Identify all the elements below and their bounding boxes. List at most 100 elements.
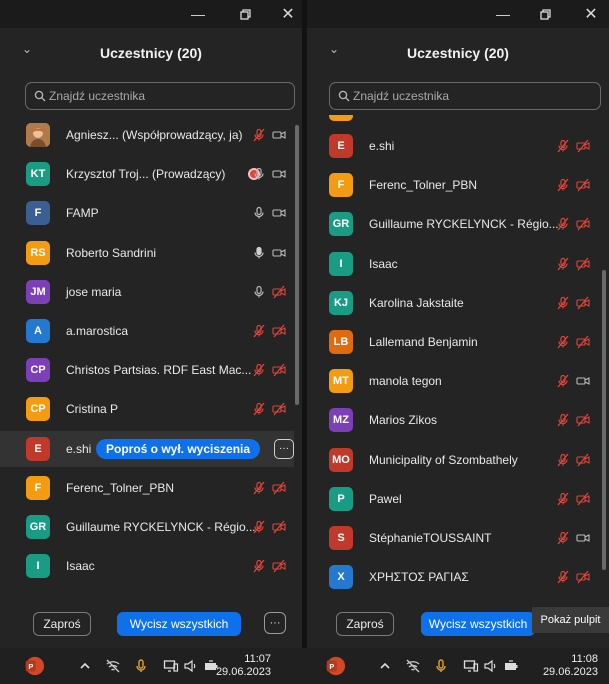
video-off-icon[interactable] <box>575 138 591 154</box>
video-off-icon[interactable] <box>575 491 591 507</box>
video-off-icon[interactable] <box>575 412 591 428</box>
participant-row[interactable]: LB Lallemand Benjamin <box>307 324 601 360</box>
video-off-icon[interactable] <box>575 216 591 232</box>
mic-speaking-icon[interactable] <box>251 245 267 261</box>
video-off-icon[interactable] <box>575 334 591 350</box>
microphone-icon[interactable] <box>132 657 150 675</box>
video-off-icon[interactable] <box>271 362 287 378</box>
video-off-icon[interactable] <box>575 256 591 272</box>
participant-more-button[interactable]: ··· <box>274 438 294 459</box>
display-icon[interactable] <box>462 657 480 675</box>
mute-all-button[interactable]: Wycisz wszystkich <box>117 612 241 636</box>
close-button[interactable]: ✕ <box>276 4 300 24</box>
restore-button[interactable] <box>233 4 257 24</box>
participant-row[interactable]: GR Guillaume RYCKELYNCK - Régio... <box>307 206 601 242</box>
invite-button[interactable]: Zaproś <box>336 612 394 636</box>
participant-row[interactable]: Agniesz... (Współprowadzący, ja) <box>0 117 294 153</box>
microphone-icon[interactable] <box>432 657 450 675</box>
mic-muted-icon[interactable] <box>555 569 571 585</box>
mic-icon[interactable] <box>251 166 267 182</box>
participant-row[interactable]: P Pawel <box>307 481 601 517</box>
restore-button[interactable] <box>533 4 557 24</box>
video-icon[interactable] <box>271 245 287 261</box>
participant-row[interactable]: X ΧΡΗΣΤΟΣ ΡΑΓΙΑΣ <box>307 559 601 595</box>
participant-row[interactable]: I Isaac <box>0 548 294 584</box>
participant-row[interactable]: F FAMP <box>0 195 294 231</box>
mic-muted-icon[interactable] <box>555 177 571 193</box>
participant-row[interactable]: Aa.marostica <box>0 313 294 349</box>
mic-muted-icon[interactable] <box>555 491 571 507</box>
mic-muted-icon[interactable] <box>555 256 571 272</box>
close-button[interactable]: ✕ <box>579 4 603 24</box>
participant-row[interactable]: I Isaac <box>307 246 601 282</box>
participant-row[interactable]: MO Municipality of Szombathely <box>307 442 601 478</box>
search-input[interactable]: Znajdź uczestnika <box>329 82 601 110</box>
mic-muted-icon[interactable] <box>555 334 571 350</box>
participant-row[interactable]: KJ Karolina Jakstaite <box>307 285 601 321</box>
mute-all-button[interactable]: Wycisz wszystkich <box>421 612 535 636</box>
scrollbar[interactable] <box>295 125 299 405</box>
participant-row[interactable]: JM jose maria <box>0 274 294 310</box>
participant-row[interactable]: RS Roberto Sandrini <box>0 235 294 271</box>
video-off-icon[interactable] <box>575 295 591 311</box>
mic-muted-icon[interactable] <box>251 323 267 339</box>
video-off-icon[interactable] <box>271 480 287 496</box>
mic-icon[interactable] <box>251 284 267 300</box>
participant-row[interactable]: Ee.shi Poproś o wył. wyciszenia ··· <box>0 430 294 467</box>
mic-muted-icon[interactable] <box>251 558 267 574</box>
video-off-icon[interactable] <box>575 452 591 468</box>
search-input[interactable]: Znajdź uczestnika <box>25 82 295 110</box>
invite-button[interactable]: Zaproś <box>33 612 91 636</box>
video-off-icon[interactable] <box>271 284 287 300</box>
participant-row[interactable]: CP Cristina P <box>0 391 294 427</box>
network-icon[interactable] <box>404 657 422 675</box>
minimize-button[interactable]: — <box>186 4 210 24</box>
participant-row[interactable]: Ee.shi <box>307 128 601 164</box>
scrollbar[interactable] <box>602 270 606 570</box>
mic-icon[interactable] <box>251 205 267 221</box>
mic-muted-icon[interactable] <box>555 452 571 468</box>
clock[interactable]: 11:07 29.06.2023 <box>216 653 271 679</box>
video-off-icon[interactable] <box>271 323 287 339</box>
battery-icon[interactable] <box>502 657 520 675</box>
ask-to-unmute-button[interactable]: Poproś o wył. wyciszenia <box>96 438 261 459</box>
speaker-icon[interactable] <box>182 657 200 675</box>
video-icon[interactable] <box>271 127 287 143</box>
video-icon[interactable] <box>271 166 287 182</box>
video-off-icon[interactable] <box>271 558 287 574</box>
participant-row[interactable]: S StéphanieTOUSSAINT <box>307 520 601 556</box>
video-off-icon[interactable] <box>575 569 591 585</box>
display-icon[interactable] <box>162 657 180 675</box>
mic-muted-icon[interactable] <box>251 127 267 143</box>
participant-row[interactable]: KT Krzysztof Troj... (Prowadzący) <box>0 156 294 192</box>
participant-list[interactable]: Ee.shi F Ferenc_Tolner_PBN GR Guillaume RYCK… <box>307 115 609 595</box>
mic-muted-icon[interactable] <box>555 530 571 546</box>
participant-row[interactable]: MT manola tegon <box>307 363 601 399</box>
participant-row[interactable]: GR Guillaume RYCKELYNCK - Régio... <box>0 509 294 545</box>
mic-muted-icon[interactable] <box>251 401 267 417</box>
speaker-icon[interactable] <box>482 657 500 675</box>
participant-row[interactable]: F Ferenc_Tolner_PBN <box>0 470 294 506</box>
mic-muted-icon[interactable] <box>251 519 267 535</box>
video-off-icon[interactable] <box>575 177 591 193</box>
powerpoint-icon[interactable]: P <box>22 654 46 678</box>
mic-muted-icon[interactable] <box>555 216 571 232</box>
minimize-button[interactable]: — <box>491 4 515 24</box>
video-icon[interactable] <box>575 373 591 389</box>
video-icon[interactable] <box>575 530 591 546</box>
network-icon[interactable] <box>104 657 122 675</box>
chevron-up-icon[interactable] <box>76 657 94 675</box>
participant-list[interactable]: Agniesz... (Współprowadzący, ja) KT Krzysz… <box>0 115 302 595</box>
more-options-button[interactable]: ··· <box>264 612 286 634</box>
chevron-up-icon[interactable] <box>376 657 394 675</box>
clock[interactable]: 11:08 29.06.2023 <box>543 653 598 679</box>
video-off-icon[interactable] <box>271 401 287 417</box>
mic-muted-icon[interactable] <box>555 373 571 389</box>
mic-muted-icon[interactable] <box>555 138 571 154</box>
mic-muted-icon[interactable] <box>251 362 267 378</box>
mic-muted-icon[interactable] <box>555 295 571 311</box>
mic-muted-icon[interactable] <box>251 480 267 496</box>
video-off-icon[interactable] <box>271 519 287 535</box>
participant-row[interactable]: CP Christos Partsias. RDF East Mac... <box>0 352 294 388</box>
participant-row[interactable]: F Ferenc_Tolner_PBN <box>307 167 601 203</box>
